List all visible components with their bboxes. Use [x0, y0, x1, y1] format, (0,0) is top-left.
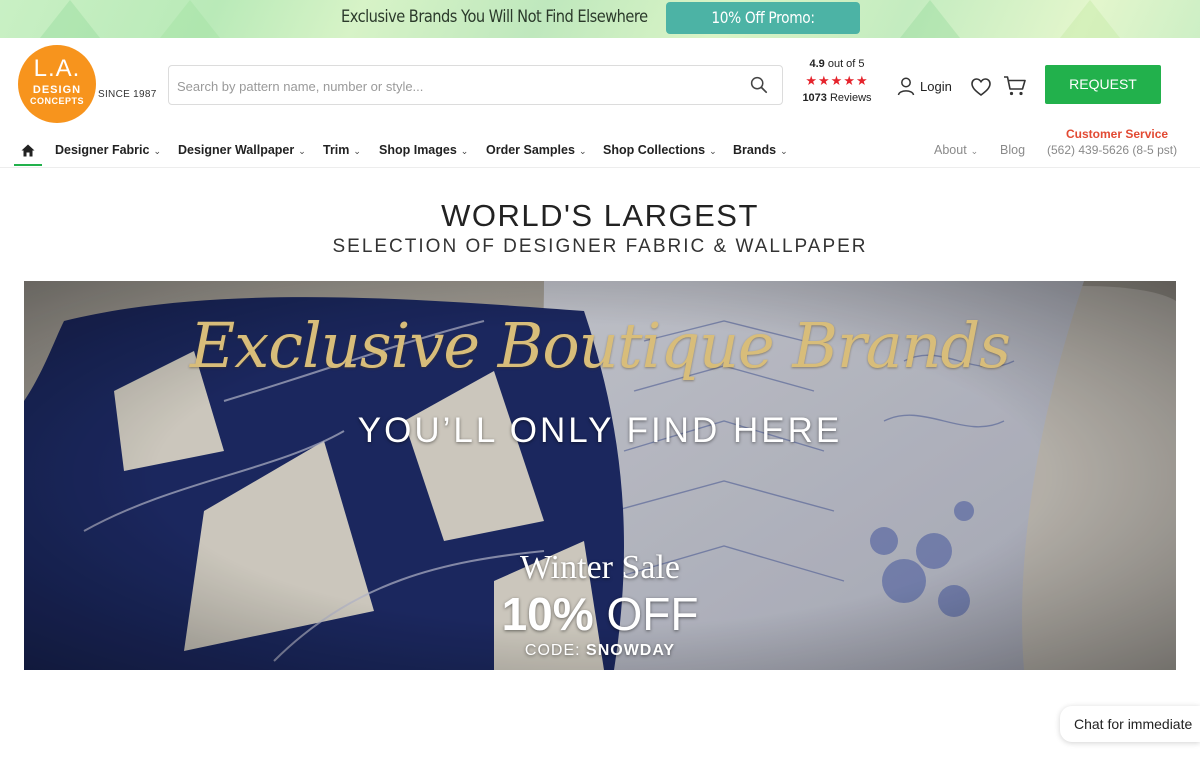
chat-widget-button[interactable]: Chat for immediate	[1060, 706, 1200, 742]
banner-promo-code: CODE: SNOWDAY	[24, 642, 1176, 660]
nav-order-samples[interactable]: Order Samples ⌄	[486, 143, 586, 157]
main-navigation: Designer Fabric ⌄ Designer Wallpaper ⌄ Tri…	[0, 138, 1200, 168]
login-link[interactable]: Login	[896, 75, 952, 97]
chevron-down-icon: ⌄	[780, 146, 788, 156]
request-quote-button[interactable]: REQUEST QUOTE ▼	[1045, 65, 1161, 131]
nav-brands[interactable]: Brands ⌄	[733, 143, 788, 157]
logo-text-concepts: CONCEPTS	[29, 96, 84, 106]
store-rating[interactable]: 4.9 out of 5 ★★★★★ 1073 Reviews	[797, 58, 877, 104]
rating-out-of: out of 5	[827, 58, 865, 70]
hero-banner[interactable]: Exclusive Boutique Brands YOU’LL ONLY FI…	[24, 281, 1176, 670]
home-icon	[21, 144, 35, 157]
site-logo[interactable]: L.A. DESIGN CONCEPTS	[18, 45, 96, 123]
nav-blog[interactable]: Blog	[1000, 143, 1025, 157]
nav-designer-fabric-label: Designer Fabric	[55, 143, 150, 157]
promo-message: Exclusive Brands You Will Not Find Elsew…	[341, 7, 648, 27]
wishlist-heart-icon[interactable]	[970, 77, 992, 97]
nav-trim[interactable]: Trim ⌄	[323, 143, 361, 157]
chevron-down-icon: ⌄	[709, 146, 717, 156]
banner-code-label: CODE:	[524, 642, 581, 659]
rating-score: 4.9	[809, 58, 825, 70]
nav-about[interactable]: About ⌄	[934, 143, 978, 157]
customer-service-title[interactable]: Customer Service	[1066, 127, 1168, 141]
chevron-down-icon: ⌄	[353, 146, 361, 156]
customer-service-phone[interactable]: (562) 439-5626 (8-5 pst)	[1047, 143, 1177, 157]
chevron-down-icon: ⌄	[153, 146, 162, 156]
nav-brands-label: Brands	[733, 143, 777, 157]
chevron-down-icon: ⌄	[970, 146, 979, 156]
logo-text-la: L.A.	[33, 55, 81, 82]
user-icon	[897, 77, 915, 96]
promo-code-label: 10% Off Promo: SNOWDAY	[711, 8, 815, 27]
hero-title: WORLD'S LARGEST	[441, 198, 759, 233]
reviews-count: 1073	[802, 92, 827, 104]
banner-subheading: YOU’LL ONLY FIND HERE	[357, 411, 843, 450]
banner-discount: 10% OFF	[24, 587, 1176, 641]
banner-discount-percent: 10%	[501, 588, 594, 640]
nav-trim-label: Trim	[323, 143, 350, 157]
nav-shop-images[interactable]: Shop Images ⌄	[379, 143, 468, 157]
banner-discount-word: OFF	[606, 588, 699, 640]
nav-order-samples-label: Order Samples	[486, 143, 575, 157]
rating-score-line: 4.9 out of 5	[797, 58, 877, 70]
chevron-down-icon: ⌄	[298, 146, 306, 156]
chevron-down-icon: ⌄	[460, 146, 469, 156]
nav-designer-fabric[interactable]: Designer Fabric ⌄	[55, 143, 161, 157]
rating-reviews-line: 1073 Reviews	[797, 92, 877, 104]
logo-text-design: DESIGN	[32, 84, 82, 96]
nav-designer-wallpaper[interactable]: Designer Wallpaper ⌄	[178, 143, 306, 157]
rating-stars: ★★★★★	[805, 73, 869, 88]
since-label: SINCE 1987	[98, 89, 157, 100]
search-bar	[168, 65, 783, 105]
nav-shop-collections[interactable]: Shop Collections ⌄	[603, 143, 717, 157]
promo-code-badge[interactable]: 10% Off Promo: SNOWDAY	[666, 2, 860, 34]
banner-script-title: Exclusive Boutique Brands	[190, 309, 1011, 382]
login-label: Login	[920, 78, 952, 94]
banner-code-value: SNOWDAY	[586, 642, 676, 659]
chevron-down-icon: ⌄	[578, 146, 587, 156]
hero-subtitle: SELECTION OF DESIGNER FABRIC & WALLPAPER	[332, 236, 868, 257]
promo-bar: Exclusive Brands You Will Not Find Elsew…	[0, 0, 1200, 38]
cart-icon[interactable]	[1003, 75, 1027, 97]
nav-designer-wallpaper-label: Designer Wallpaper	[178, 143, 295, 157]
nav-about-label: About	[934, 143, 967, 157]
nav-home[interactable]	[14, 138, 42, 166]
nav-shop-collections-label: Shop Collections	[603, 143, 706, 157]
search-input[interactable]	[177, 74, 737, 98]
search-icon[interactable]	[750, 76, 768, 94]
banner-sale-label: Winter Sale	[519, 549, 681, 586]
nav-shop-images-label: Shop Images	[379, 143, 457, 157]
reviews-label: Reviews	[829, 92, 872, 104]
